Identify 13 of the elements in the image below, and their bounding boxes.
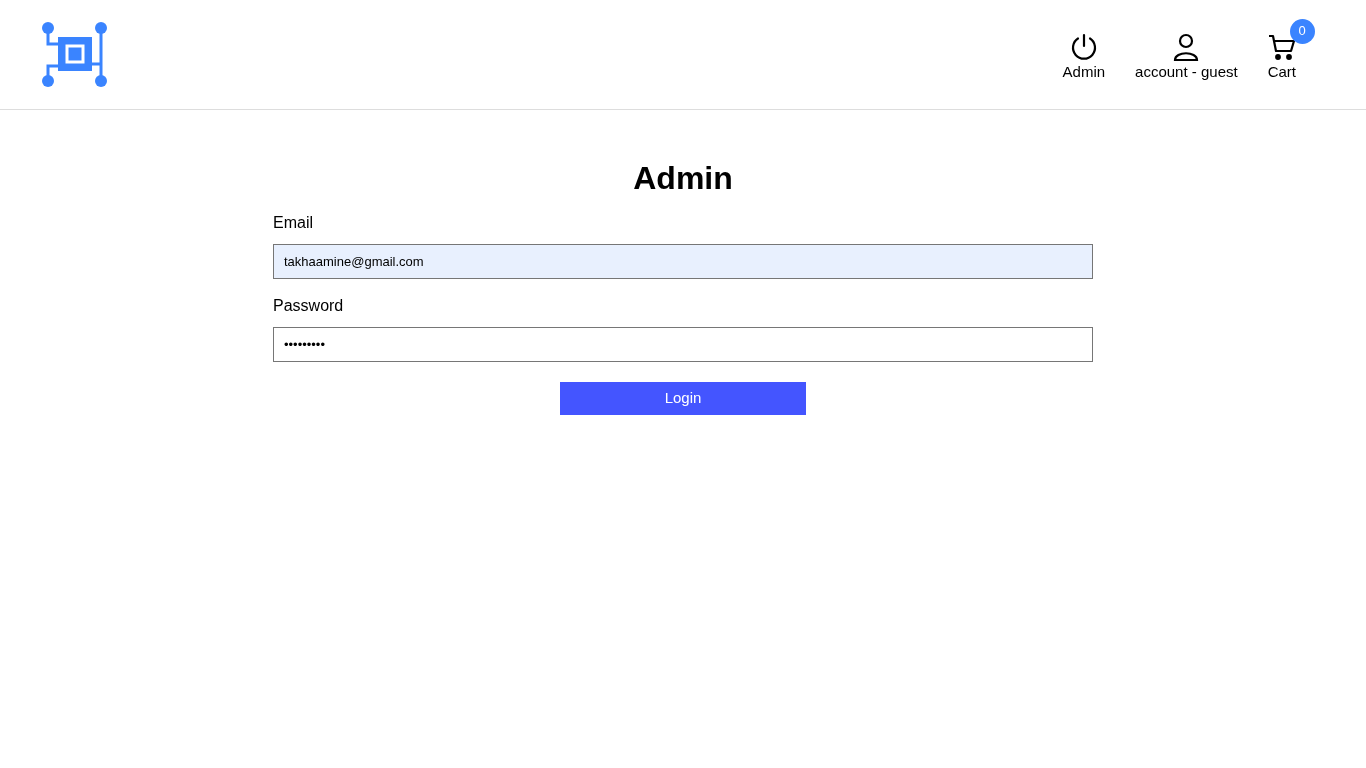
input-field[interactable]: takhaamine@gmail.com — [273, 244, 1093, 279]
field-label: Email — [273, 214, 314, 232]
nav-link[interactable]: Admin — [1062, 32, 1106, 81]
power-icon — [1069, 32, 1098, 61]
nav-link[interactable]: account - guest — [1135, 32, 1238, 81]
cart-count-badge: 0 — [1289, 18, 1315, 44]
user-icon — [1172, 32, 1201, 61]
logo-icon[interactable] — [40, 20, 110, 90]
page-title: Admin — [632, 160, 734, 196]
input-field[interactable]: ••••••••• — [273, 327, 1093, 362]
field-label: Password — [273, 297, 345, 315]
login-button[interactable]: Login — [560, 382, 806, 415]
cart-icon — [1267, 32, 1296, 61]
